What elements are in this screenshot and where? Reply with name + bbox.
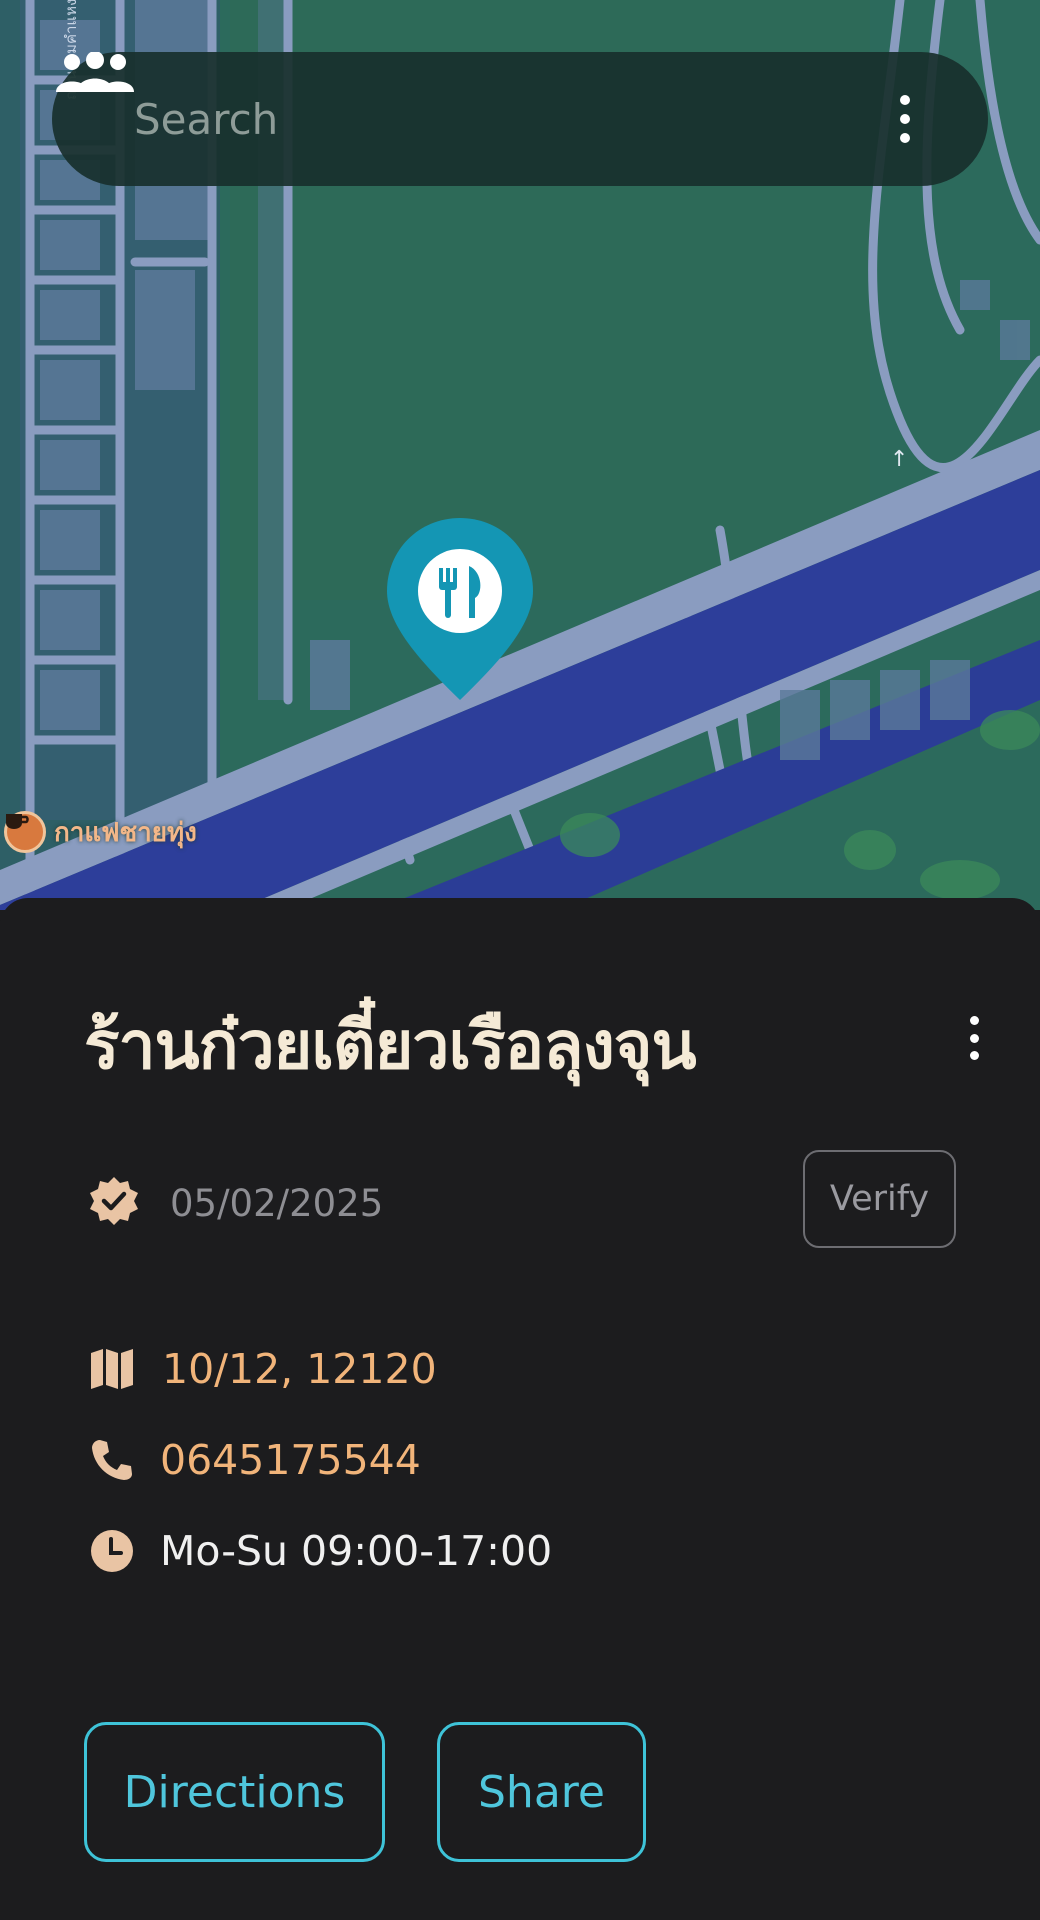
map-icon [88, 1345, 136, 1393]
hours-row: Mo-Su 09:00-17:00 [88, 1527, 552, 1575]
hours-text: Mo-Su 09:00-17:00 [160, 1527, 553, 1575]
verify-button[interactable]: Verify [803, 1150, 956, 1248]
address-text: 10/12, 12120 [162, 1345, 437, 1393]
verified-row: 05/02/2025 [88, 1175, 383, 1231]
verified-date: 05/02/2025 [170, 1181, 384, 1225]
arrow-up-icon: ↑ [890, 447, 908, 472]
place-details-sheet: ร้านก๋วยเตี๋ยวเรือลุงจุน 05/02/2025 Veri… [0, 898, 1040, 1920]
more-vertical-icon[interactable] [890, 89, 920, 149]
coffee-icon [4, 811, 46, 853]
share-button[interactable]: Share [437, 1722, 646, 1862]
address-row[interactable]: 10/12, 12120 [88, 1345, 437, 1393]
restaurant-pin[interactable] [383, 514, 537, 704]
phone-text: 0645175544 [160, 1436, 421, 1484]
directions-button[interactable]: Directions [84, 1722, 385, 1862]
poi-marker[interactable]: กาแฟชายทุ่ง [4, 811, 197, 853]
clock-icon [88, 1527, 136, 1575]
phone-icon [88, 1436, 136, 1484]
phone-row[interactable]: 0645175544 [88, 1436, 421, 1484]
group-icon[interactable] [56, 52, 852, 144]
search-input[interactable] [134, 84, 766, 154]
map-view[interactable]: ถนนรามคำแหง ↑ Search กาแฟชายทุ่ง [0, 0, 1040, 910]
more-vertical-icon[interactable] [964, 1016, 984, 1060]
search-bar [52, 52, 988, 186]
verified-badge-icon [88, 1175, 140, 1231]
place-title: ร้านก๋วยเตี๋ยวเรือลุงจุน [84, 1007, 697, 1084]
poi-label: กาแฟชายทุ่ง [54, 817, 197, 848]
